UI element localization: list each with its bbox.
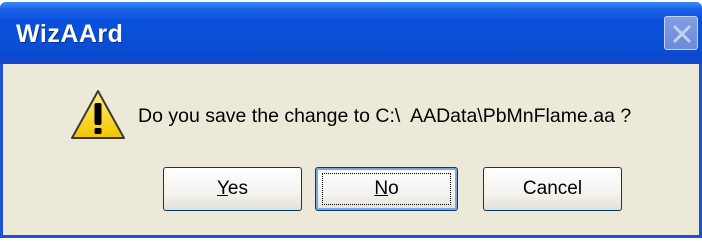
yes-button[interactable]: Yes bbox=[163, 167, 302, 211]
title-bar[interactable]: WizAArd bbox=[0, 2, 702, 64]
close-button[interactable] bbox=[664, 16, 698, 50]
cancel-button[interactable]: Cancel bbox=[483, 167, 622, 211]
warning-icon bbox=[71, 90, 125, 139]
dialog-message: Do you save the change to C:\ AAData\PbM… bbox=[138, 105, 632, 127]
yes-mnemonic: Y bbox=[216, 178, 228, 199]
close-icon bbox=[672, 24, 692, 44]
save-changes-dialog: WizAArd Do you save the change to C:\ AA… bbox=[0, 2, 702, 238]
yes-label-rest: es bbox=[227, 178, 248, 199]
focus-rect bbox=[322, 173, 451, 205]
no-button[interactable]: No bbox=[315, 167, 458, 211]
window-title: WizAArd bbox=[16, 20, 124, 48]
